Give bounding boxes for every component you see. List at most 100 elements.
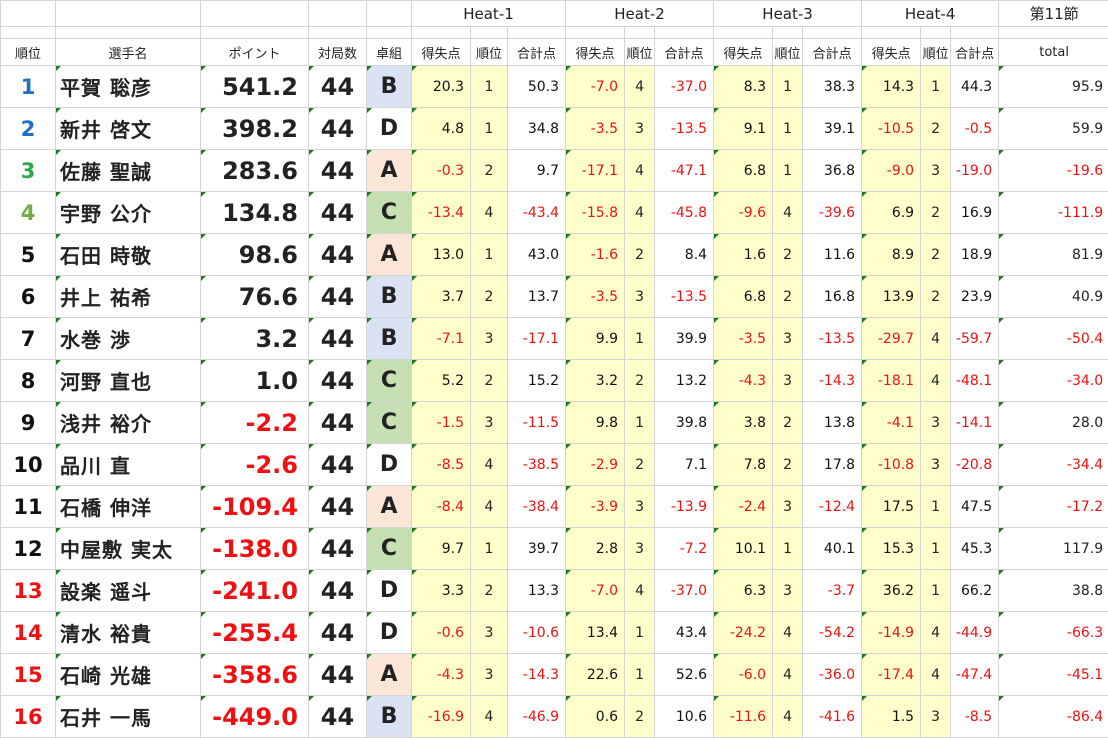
heat-2-place: 4 <box>625 570 655 612</box>
heat-4-score: -17.4 <box>862 654 921 696</box>
table-row: 13設楽 遥斗-241.044D3.3213.3-7.04-37.06.33-3… <box>1 570 1108 612</box>
table-group-cell: D <box>367 108 412 150</box>
heat-2-subtotal: -45.8 <box>655 192 714 234</box>
heat-2-score: -1.6 <box>566 234 625 276</box>
total-cell: 95.9 <box>999 66 1108 108</box>
heat-4-place: 1 <box>921 66 951 108</box>
heat-2-header: Heat-2 <box>566 1 714 27</box>
heat-1-place: 3 <box>471 654 508 696</box>
total-cell: 28.0 <box>999 402 1108 444</box>
heat-3-subtotal: -41.6 <box>803 696 862 738</box>
player-name: 品川 直 <box>56 444 201 486</box>
standings-table: Heat-1 Heat-2 Heat-3 Heat-4 第11節 順位 選手名 … <box>0 0 1108 738</box>
total-cell: -34.4 <box>999 444 1108 486</box>
table-row: 7水巻 渉3.244B-7.13-17.19.9139.9-3.53-13.5-… <box>1 318 1108 360</box>
total-cell: -66.3 <box>999 612 1108 654</box>
col-heat3-place: 順位 <box>773 39 803 66</box>
heat-2-score: 3.2 <box>566 360 625 402</box>
heat-1-header: Heat-1 <box>412 1 566 27</box>
heat-4-subtotal: 66.2 <box>951 570 999 612</box>
total-cell: -19.6 <box>999 150 1108 192</box>
heat-3-place: 1 <box>773 150 803 192</box>
heat-3-place: 2 <box>773 402 803 444</box>
heat-1-subtotal: -38.4 <box>508 486 566 528</box>
heat-2-place: 1 <box>625 402 655 444</box>
heat-3-subtotal: -39.6 <box>803 192 862 234</box>
total-cell: -45.1 <box>999 654 1108 696</box>
rank-cell: 13 <box>1 570 56 612</box>
heat-2-score: 22.6 <box>566 654 625 696</box>
heat-1-score: 5.2 <box>412 360 471 402</box>
col-heat2-score: 得失点 <box>566 39 625 66</box>
heat-1-score: 3.3 <box>412 570 471 612</box>
games-cell: 44 <box>309 654 367 696</box>
rank-cell: 7 <box>1 318 56 360</box>
rank-cell: 8 <box>1 360 56 402</box>
total-cell: -111.9 <box>999 192 1108 234</box>
heat-2-place: 3 <box>625 486 655 528</box>
col-rank: 順位 <box>1 39 56 66</box>
heat-3-subtotal: 36.8 <box>803 150 862 192</box>
col-heat3-score: 得失点 <box>714 39 773 66</box>
heat-2-score: -2.9 <box>566 444 625 486</box>
heat-2-subtotal: 7.1 <box>655 444 714 486</box>
heat-3-subtotal: 16.8 <box>803 276 862 318</box>
points-cell: -138.0 <box>201 528 309 570</box>
points-cell: 283.6 <box>201 150 309 192</box>
heat-3-subtotal: -36.0 <box>803 654 862 696</box>
rank-cell: 5 <box>1 234 56 276</box>
games-cell: 44 <box>309 108 367 150</box>
games-cell: 44 <box>309 696 367 738</box>
col-heat2-place: 順位 <box>625 39 655 66</box>
heat-3-place: 3 <box>773 360 803 402</box>
heat-4-subtotal: -59.7 <box>951 318 999 360</box>
table-row: 3佐藤 聖誠283.644A-0.329.7-17.14-47.16.8136.… <box>1 150 1108 192</box>
heat-3-score: 6.8 <box>714 150 773 192</box>
heat-3-score: -24.2 <box>714 612 773 654</box>
heat-3-subtotal: 17.8 <box>803 444 862 486</box>
heat-3-score: -9.6 <box>714 192 773 234</box>
heat-3-score: 1.6 <box>714 234 773 276</box>
heat-4-subtotal: -48.1 <box>951 360 999 402</box>
heat-4-subtotal: 47.5 <box>951 486 999 528</box>
heat-2-place: 4 <box>625 192 655 234</box>
points-cell: 76.6 <box>201 276 309 318</box>
rank-cell: 10 <box>1 444 56 486</box>
heat-4-subtotal: -0.5 <box>951 108 999 150</box>
heat-3-score: -6.0 <box>714 654 773 696</box>
heat-1-score: -16.9 <box>412 696 471 738</box>
games-cell: 44 <box>309 192 367 234</box>
heat-2-place: 2 <box>625 360 655 402</box>
col-player: 選手名 <box>56 39 201 66</box>
heat-3-score: -2.4 <box>714 486 773 528</box>
table-group-cell: C <box>367 192 412 234</box>
heat-4-score: -10.8 <box>862 444 921 486</box>
col-points: ポイント <box>201 39 309 66</box>
table-group-cell: C <box>367 528 412 570</box>
heat-2-subtotal: -7.2 <box>655 528 714 570</box>
games-cell: 44 <box>309 444 367 486</box>
player-name: 平賀 聡彦 <box>56 66 201 108</box>
heat-2-place: 2 <box>625 234 655 276</box>
heat-2-place: 1 <box>625 612 655 654</box>
player-name: 設楽 遥斗 <box>56 570 201 612</box>
heat-2-place: 3 <box>625 108 655 150</box>
heat-1-score: -0.3 <box>412 150 471 192</box>
rank-cell: 14 <box>1 612 56 654</box>
heat-1-subtotal: -17.1 <box>508 318 566 360</box>
points-cell: 3.2 <box>201 318 309 360</box>
heat-1-place: 4 <box>471 696 508 738</box>
heat-1-place: 4 <box>471 486 508 528</box>
section-header: 第11節 <box>999 1 1108 27</box>
heat-1-place: 2 <box>471 570 508 612</box>
player-name: 石崎 光雄 <box>56 654 201 696</box>
heat-4-score: 36.2 <box>862 570 921 612</box>
col-heat3-subtotal: 合計点 <box>803 39 862 66</box>
heat-3-score: -3.5 <box>714 318 773 360</box>
player-name: 宇野 公介 <box>56 192 201 234</box>
table-row: 11石橋 伸洋-109.444A-8.44-38.4-3.93-13.9-2.4… <box>1 486 1108 528</box>
player-name: 石橋 伸洋 <box>56 486 201 528</box>
games-cell: 44 <box>309 276 367 318</box>
heat-3-subtotal: -3.7 <box>803 570 862 612</box>
heat-3-subtotal: 38.3 <box>803 66 862 108</box>
